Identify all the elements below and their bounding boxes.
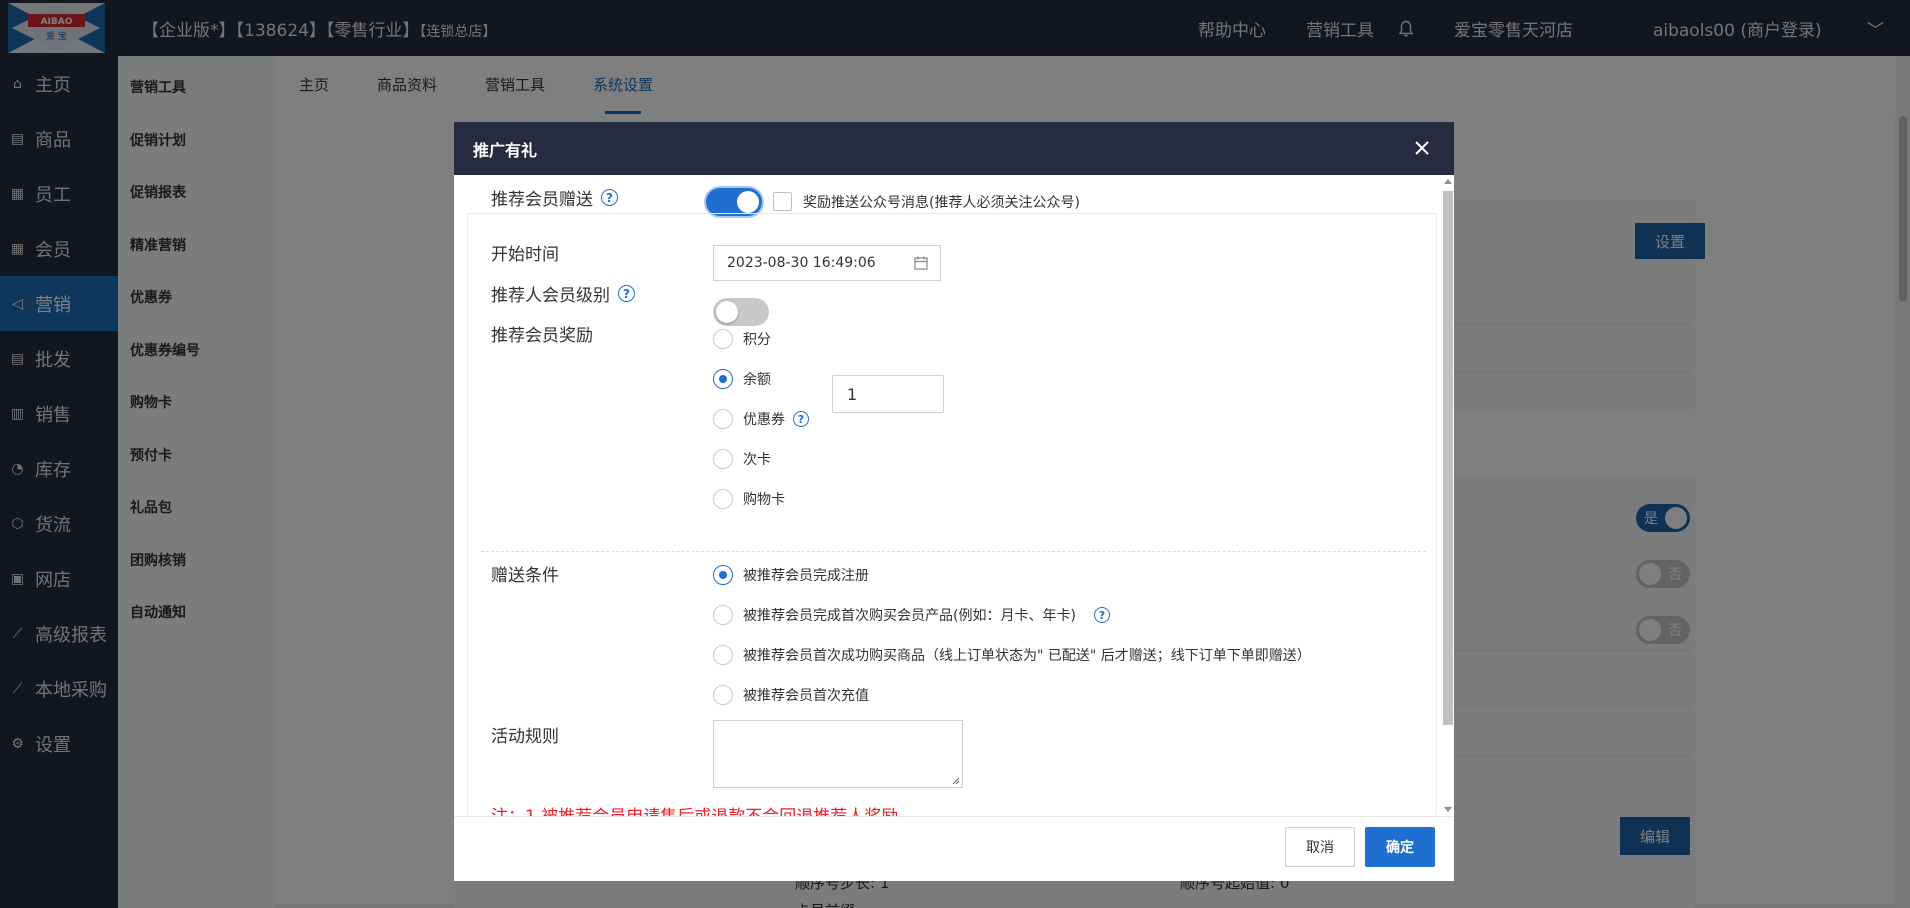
condition-option[interactable]: 被推荐会员首次充值 — [713, 685, 869, 705]
dialog-body: 推荐会员赠送? 奖励推送公众号消息(推荐人必须关注公众号) 开始时间 2023-… — [454, 175, 1454, 816]
radio-label: 被推荐会员完成注册 — [743, 568, 869, 584]
refund-note: 注：1.被推荐会员申请售后或退款不会回退推荐人奖励 — [491, 802, 898, 816]
radio-button[interactable] — [713, 449, 733, 469]
radio-label: 优惠券 — [743, 412, 785, 428]
scroll-down-arrow-icon[interactable] — [1444, 807, 1452, 812]
confirm-button[interactable]: 确定 — [1365, 827, 1435, 867]
reward-option[interactable]: 优惠券? — [713, 409, 809, 429]
radio-button[interactable] — [713, 645, 733, 665]
radio-label: 被推荐会员首次成功购买商品（线上订单状态为" 已配送" 后才赠送；线下订单下单即… — [743, 648, 1311, 664]
referrer-level-label-text: 推荐人会员级别 — [491, 286, 610, 306]
close-icon[interactable] — [1410, 136, 1434, 160]
reward-option[interactable]: 购物卡 — [713, 489, 785, 509]
radio-button[interactable] — [713, 605, 733, 625]
push-message-checkbox[interactable] — [773, 192, 792, 211]
radio-label: 被推荐会员完成首次购买会员产品(例如：月卡、年卡) — [743, 608, 1076, 624]
referrer-reward-label: 推荐会员奖励 — [491, 326, 593, 346]
radio-button[interactable] — [713, 369, 733, 389]
dialog-scrollbar-thumb[interactable] — [1443, 191, 1453, 725]
referral-gift-label-text: 推荐会员赠送 — [491, 190, 593, 210]
dialog-footer: 取消 确定 — [454, 816, 1454, 881]
reward-option[interactable]: 余额 — [713, 369, 771, 389]
radio-button[interactable] — [713, 565, 733, 585]
radio-button[interactable] — [713, 685, 733, 705]
start-time-value: 2023-08-30 16:49:06 — [727, 255, 876, 271]
referrer-level-switch[interactable] — [713, 298, 769, 326]
calendar-icon[interactable] — [914, 256, 928, 270]
push-message-label: 奖励推送公众号消息(推荐人必须关注公众号) — [803, 195, 1080, 211]
dialog-scrollbar[interactable] — [1440, 175, 1454, 816]
referral-gift-dialog: 推广有礼 推荐会员赠送? 奖励推送公众号消息(推荐人必须关注公众号) 开始时间 … — [454, 122, 1454, 881]
resize-grip-icon[interactable] — [952, 777, 960, 785]
referral-gift-switch[interactable] — [706, 188, 762, 216]
reward-option[interactable]: 积分 — [713, 329, 771, 349]
condition-option[interactable]: 被推荐会员完成注册 — [713, 565, 869, 585]
condition-option[interactable]: 被推荐会员完成首次购买会员产品(例如：月卡、年卡)? — [713, 605, 1110, 625]
activity-rules-textarea[interactable] — [713, 720, 963, 788]
condition-option[interactable]: 被推荐会员首次成功购买商品（线上订单状态为" 已配送" 后才赠送；线下订单下单即… — [713, 645, 1311, 665]
radio-button[interactable] — [713, 489, 733, 509]
referral-gift-label: 推荐会员赠送? — [491, 185, 618, 210]
help-icon[interactable]: ? — [1093, 607, 1110, 623]
radio-button[interactable] — [713, 409, 733, 429]
balance-amount-input[interactable]: 1 — [832, 375, 944, 413]
referrer-level-label: 推荐人会员级别? — [491, 281, 635, 306]
cancel-button[interactable]: 取消 — [1285, 827, 1355, 867]
section-divider — [481, 551, 1426, 552]
reward-option[interactable]: 次卡 — [713, 449, 771, 469]
scroll-up-arrow-icon[interactable] — [1444, 179, 1452, 184]
help-icon[interactable]: ? — [601, 189, 618, 206]
help-icon[interactable]: ? — [618, 285, 635, 302]
radio-label: 余额 — [743, 372, 771, 388]
gift-condition-label: 赠送条件 — [491, 566, 559, 586]
radio-label: 积分 — [743, 332, 771, 348]
radio-label: 购物卡 — [743, 492, 785, 508]
start-time-input[interactable]: 2023-08-30 16:49:06 — [713, 245, 941, 281]
help-icon[interactable]: ? — [793, 411, 809, 427]
radio-label: 被推荐会员首次充值 — [743, 688, 869, 704]
radio-button[interactable] — [713, 329, 733, 349]
activity-rules-label: 活动规则 — [491, 727, 559, 747]
start-time-label: 开始时间 — [491, 245, 559, 265]
radio-label: 次卡 — [743, 452, 771, 468]
dialog-title: 推广有礼 — [473, 140, 538, 160]
dialog-header: 推广有礼 — [454, 122, 1454, 175]
